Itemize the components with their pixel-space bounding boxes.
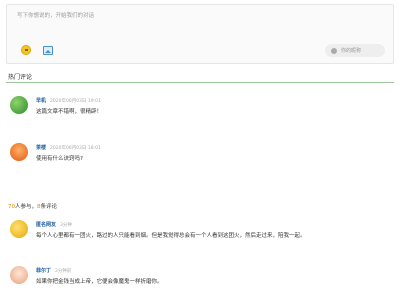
nickname-placeholder: 你的昵称 [341, 48, 362, 54]
comment-stats: 70人参与，8条评论 [8, 202, 57, 210]
clown-avatar [10, 266, 28, 284]
comment-time: 2分钟前 [55, 269, 72, 274]
composer-toolbar [21, 45, 53, 55]
comment-time: 3分钟 [60, 223, 72, 228]
image-icon[interactable] [43, 45, 53, 55]
comment-time: 2020年06月03日 18:01 [50, 146, 101, 151]
comment-author[interactable]: 菲尔丁 2分钟前 [36, 267, 71, 274]
comment-composer[interactable]: 写下你想说的，开始我们的对话 你的昵称 [6, 4, 394, 64]
comment-input[interactable]: 写下你想说的，开始我们的对话 [17, 11, 94, 19]
hot-comments-title: 热门评论 [8, 74, 33, 81]
comment-author[interactable]: 早机 2020年06月03日 19:01 [36, 97, 101, 104]
fox-avatar [10, 143, 28, 161]
comment-time: 2020年06月03日 19:01 [50, 99, 101, 104]
comment-text: 每个人心里都有一团火，路过的人只能看到烟。但是我觉得总会有一个人看到这团火，然后… [36, 233, 306, 239]
nickname-field[interactable]: 你的昵称 [325, 44, 385, 57]
comment-author[interactable]: 茶楼 2020年06月03日 18:01 [36, 144, 101, 151]
comments-label: 条评论 [40, 204, 58, 210]
author-name[interactable]: 早机 [36, 98, 46, 104]
comment-text: 如果你把金钱当成上帝，它便会像魔鬼一样折磨你。 [36, 279, 163, 285]
comment-author[interactable]: 匿名网友 3分钟 [36, 221, 72, 228]
author-name[interactable]: 匿名网友 [36, 222, 56, 228]
participants-label: 人参与， [15, 204, 38, 210]
smile-avatar [10, 220, 28, 238]
section-divider [6, 82, 394, 83]
comment-text: 使用有什么诀窍吗? [36, 156, 83, 162]
user-icon [331, 47, 337, 54]
author-name[interactable]: 茶楼 [36, 145, 46, 151]
leaf-avatar [10, 96, 28, 114]
emoji-icon[interactable] [21, 45, 31, 55]
author-name[interactable]: 菲尔丁 [36, 268, 51, 274]
comment-text: 这篇文章不错啊，很精辟！ [36, 109, 103, 115]
participants-count: 70 [8, 204, 15, 210]
